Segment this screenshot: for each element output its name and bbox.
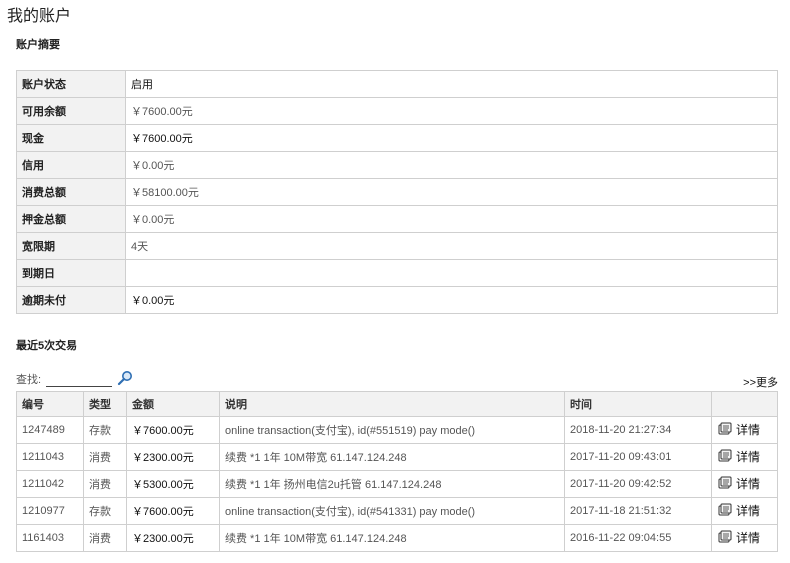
search-input[interactable]	[46, 374, 113, 387]
summary-row-due-date: 到期日	[16, 259, 778, 287]
cell-action: 详情	[711, 470, 778, 498]
summary-value: ￥7600.00元	[125, 97, 778, 125]
cell-description: online transaction(支付宝), id(#551519) pay…	[219, 416, 565, 444]
summary-value	[125, 259, 778, 287]
summary-label: 账户状态	[16, 70, 126, 98]
details-button[interactable]: 详情	[717, 448, 760, 465]
cell-action: 详情	[711, 416, 778, 444]
summary-label: 押金总额	[16, 205, 126, 233]
cell-amount: ￥2300.00元	[126, 443, 220, 471]
column-header-type: 类型	[83, 391, 127, 417]
summary-section-title: 账户摘要	[16, 39, 60, 51]
cell-description: 续费 *1 1年 扬州电信2u托管 61.147.124.248	[219, 470, 565, 498]
table-row: 1210977 存款 ￥7600.00元 online transaction(…	[16, 497, 778, 525]
cell-amount: ￥2300.00元	[126, 524, 220, 552]
cell-id: 1211043	[16, 443, 84, 471]
summary-row-status: 账户状态 启用	[16, 70, 778, 98]
cell-time: 2016-11-22 09:04:55	[564, 524, 712, 552]
summary-label: 信用	[16, 151, 126, 179]
cell-id: 1211042	[16, 470, 84, 498]
table-row: 1211042 消费 ￥5300.00元 续费 *1 1年 扬州电信2u托管 6…	[16, 470, 778, 498]
cell-id: 1247489	[16, 416, 84, 444]
cell-type: 消费	[83, 524, 127, 552]
table-row: 1211043 消费 ￥2300.00元 续费 *1 1年 10M带宽 61.1…	[16, 443, 778, 471]
cell-description: 续费 *1 1年 10M带宽 61.147.124.248	[219, 524, 565, 552]
cell-time: 2017-11-20 09:43:01	[564, 443, 712, 471]
summary-row-grace-period: 宽限期 4天	[16, 232, 778, 260]
cell-description: 续费 *1 1年 10M带宽 61.147.124.248	[219, 443, 565, 471]
column-header-description: 说明	[219, 391, 565, 417]
cell-action: 详情	[711, 524, 778, 552]
cell-action: 详情	[711, 497, 778, 525]
table-row: 1247489 存款 ￥7600.00元 online transaction(…	[16, 416, 778, 444]
column-header-amount: 金额	[126, 391, 220, 417]
summary-row-total-spent: 消费总额 ￥58100.00元	[16, 178, 778, 206]
cell-type: 消费	[83, 443, 127, 471]
summary-label: 逾期未付	[16, 286, 126, 314]
details-label: 详情	[736, 503, 761, 518]
document-icon	[718, 449, 732, 462]
summary-value: ￥0.00元	[125, 205, 778, 233]
document-icon	[718, 422, 732, 435]
cell-id: 1210977	[16, 497, 84, 525]
page-title: 我的账户	[7, 8, 72, 25]
cell-type: 消费	[83, 470, 127, 498]
account-summary-table: 账户状态 启用 可用余额 ￥7600.00元 现金 ￥7600.00元 信用 ￥…	[16, 70, 778, 314]
summary-row-deposit-total: 押金总额 ￥0.00元	[16, 205, 778, 233]
column-header-id: 编号	[16, 391, 84, 417]
summary-row-overdue: 逾期未付 ￥0.00元	[16, 286, 778, 314]
summary-value: ￥0.00元	[125, 151, 778, 179]
document-icon	[718, 476, 732, 489]
search-label: 查找:	[16, 374, 42, 386]
cell-action: 详情	[711, 443, 778, 471]
cell-amount: ￥7600.00元	[126, 497, 220, 525]
cell-time: 2018-11-20 21:27:34	[564, 416, 712, 444]
summary-label: 到期日	[16, 259, 126, 287]
table-header-row: 编号 类型 金额 说明 时间	[16, 391, 778, 417]
cell-description: online transaction(支付宝), id(#541331) pay…	[219, 497, 565, 525]
summary-label: 消费总额	[16, 178, 126, 206]
column-header-time: 时间	[564, 391, 712, 417]
transactions-table: 编号 类型 金额 说明 时间 1247489 存款 ￥7600.00元 onli…	[16, 391, 778, 552]
cell-amount: ￥7600.00元	[126, 416, 220, 444]
summary-value: ￥0.00元	[125, 286, 778, 314]
column-header-action	[711, 391, 778, 417]
summary-row-cash: 现金 ￥7600.00元	[16, 124, 778, 152]
details-label: 详情	[736, 476, 761, 491]
cell-time: 2017-11-20 09:42:52	[564, 470, 712, 498]
summary-value: 启用	[125, 70, 778, 98]
cell-type: 存款	[83, 416, 127, 444]
details-button[interactable]: 详情	[717, 529, 760, 546]
summary-label: 可用余额	[16, 97, 126, 125]
cell-type: 存款	[83, 497, 127, 525]
summary-value: ￥58100.00元	[125, 178, 778, 206]
details-button[interactable]: 详情	[717, 421, 760, 438]
search-icon[interactable]	[117, 370, 133, 386]
details-label: 详情	[736, 422, 761, 437]
table-row: 1161403 消费 ￥2300.00元 续费 *1 1年 10M带宽 61.1…	[16, 524, 778, 552]
summary-label: 现金	[16, 124, 126, 152]
summary-value: 4天	[125, 232, 778, 260]
summary-label: 宽限期	[16, 232, 126, 260]
cell-id: 1161403	[16, 524, 84, 552]
search-row: 查找:	[16, 371, 113, 387]
more-link[interactable]: >>更多	[743, 374, 778, 390]
details-label: 详情	[736, 530, 761, 545]
details-button[interactable]: 详情	[717, 475, 760, 492]
document-icon	[718, 530, 732, 543]
cell-time: 2017-11-18 21:51:32	[564, 497, 712, 525]
summary-row-available-balance: 可用余额 ￥7600.00元	[16, 97, 778, 125]
recent-transactions-title: 最近5次交易	[16, 340, 78, 352]
details-button[interactable]: 详情	[717, 502, 760, 519]
document-icon	[718, 503, 732, 516]
summary-row-credit: 信用 ￥0.00元	[16, 151, 778, 179]
summary-value: ￥7600.00元	[125, 124, 778, 152]
cell-amount: ￥5300.00元	[126, 470, 220, 498]
details-label: 详情	[736, 449, 761, 464]
